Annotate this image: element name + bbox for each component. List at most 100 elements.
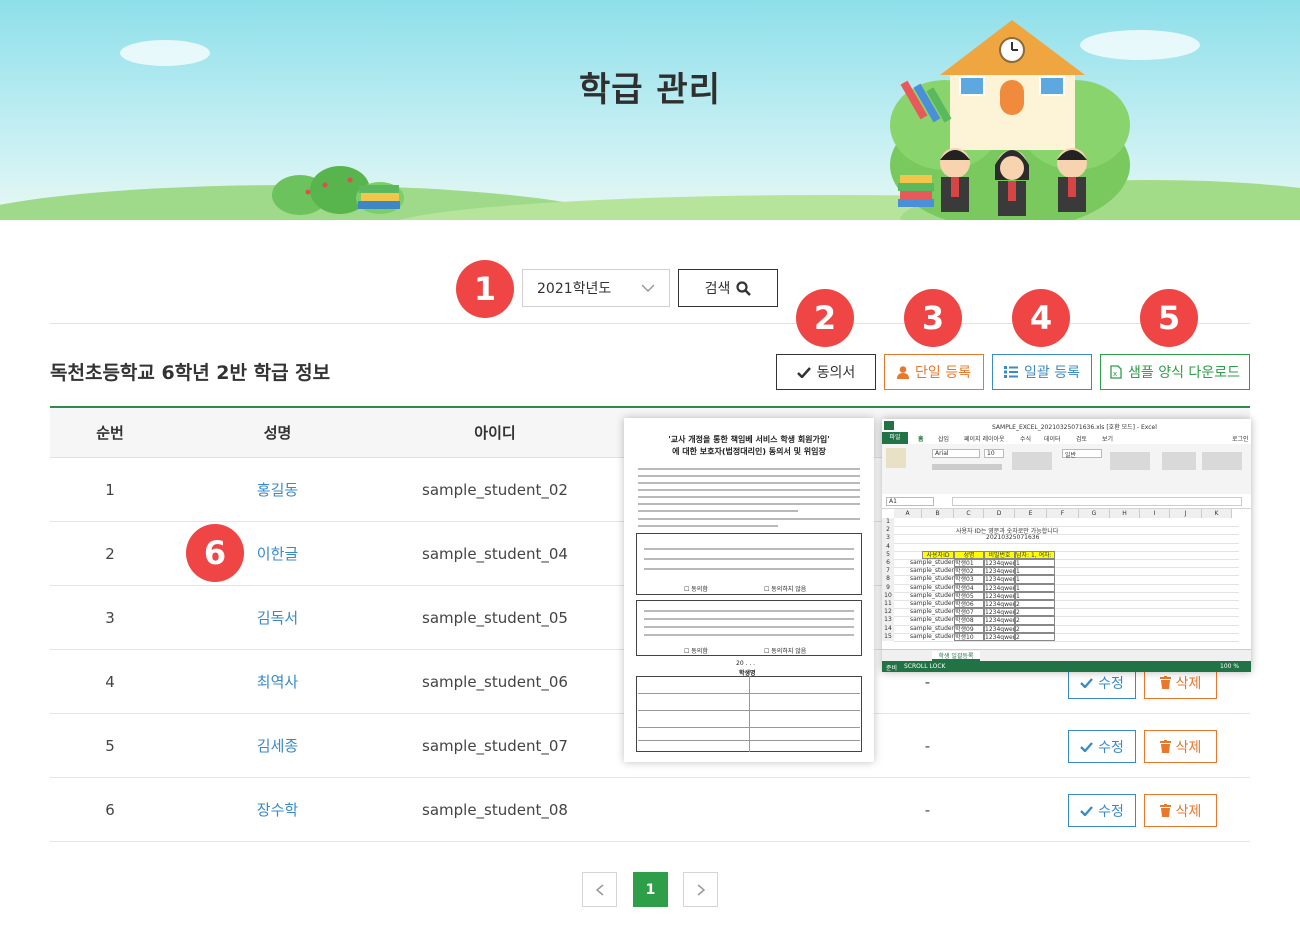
excel-col-header: I bbox=[1140, 509, 1170, 518]
student-name-link[interactable]: 최역사 bbox=[257, 673, 298, 691]
delete-button[interactable]: 삭제 bbox=[1144, 794, 1217, 827]
annotation-badge-1: 1 bbox=[456, 260, 514, 318]
excel-cell: sample_studen bbox=[910, 591, 954, 599]
student-name-link[interactable]: 이한글 bbox=[257, 545, 298, 563]
excel-row-number: 12 bbox=[882, 608, 894, 617]
excel-row-number: 7 bbox=[882, 567, 894, 576]
excel-col-header: K bbox=[1202, 509, 1232, 518]
bulk-register-button[interactable]: 일괄 등록 bbox=[992, 354, 1092, 390]
student-name-link[interactable]: 김독서 bbox=[257, 609, 298, 627]
delete-button[interactable]: 삭제 bbox=[1144, 730, 1217, 763]
excel-cell: 1 bbox=[1015, 567, 1055, 576]
divider bbox=[50, 323, 1250, 324]
consent-button[interactable]: 동의서 bbox=[776, 354, 876, 390]
delete-button-label: 삭제 bbox=[1175, 739, 1202, 756]
excel-cell: 2 bbox=[1015, 608, 1055, 617]
annotation-badge-2: 2 bbox=[796, 289, 854, 347]
excel-cell: 1234qwer!@ bbox=[984, 583, 1015, 592]
excel-cell: 1 bbox=[1015, 559, 1055, 568]
excel-row-number: 3 bbox=[882, 534, 894, 543]
bulk-register-label: 일괄 등록 bbox=[1024, 365, 1080, 381]
consent-agree-1: ☐ 동의함 bbox=[684, 586, 708, 593]
school-illustration bbox=[890, 20, 1130, 220]
trash-icon bbox=[1159, 804, 1171, 817]
excel-cell: 1 bbox=[1015, 575, 1055, 584]
excel-font-size: 10 bbox=[984, 449, 1004, 458]
excel-table-header: 비밀번호 bbox=[984, 550, 1015, 559]
col-header-no: 순번 bbox=[96, 424, 124, 442]
excel-cell: 2 bbox=[1015, 632, 1055, 641]
excel-row-number: 14 bbox=[882, 624, 894, 633]
row-number: 5 bbox=[105, 737, 115, 755]
excel-status-ready: 준비 bbox=[886, 665, 898, 672]
search-button[interactable]: 검색 bbox=[678, 269, 778, 307]
excel-row-number: 15 bbox=[882, 632, 894, 641]
row-number: 1 bbox=[105, 481, 115, 499]
annotation-badge-6: 6 bbox=[186, 524, 244, 582]
list-icon bbox=[1004, 366, 1018, 378]
excel-tab-view: 보기 bbox=[1102, 436, 1114, 443]
student-id: sample_student_05 bbox=[422, 609, 568, 627]
books-illustration bbox=[358, 185, 400, 209]
student-name-link[interactable]: 김세종 bbox=[257, 737, 298, 755]
pagination-page-1[interactable]: 1 bbox=[633, 872, 668, 907]
header-banner: 학급 관리 bbox=[0, 0, 1300, 220]
excel-cell: 학생07 bbox=[954, 608, 984, 617]
school-year-select[interactable]: 2021학년도 bbox=[522, 269, 670, 307]
annotation-badge-3: 3 bbox=[904, 289, 962, 347]
sample-download-button[interactable]: x 샘플 양식 다운로드 bbox=[1100, 354, 1250, 390]
student-id: sample_student_08 bbox=[422, 801, 568, 819]
excel-tab-layout: 페이지 레이아웃 bbox=[964, 436, 1005, 443]
excel-col-header: G bbox=[1079, 509, 1110, 518]
excel-row-number: 8 bbox=[882, 575, 894, 584]
excel-col-header: D bbox=[984, 509, 1015, 518]
excel-font-name: Arial bbox=[932, 449, 980, 458]
search-button-label: 검색 bbox=[704, 281, 731, 297]
check-icon bbox=[1080, 805, 1093, 816]
check-icon bbox=[796, 366, 811, 378]
edit-button-label: 수정 bbox=[1098, 675, 1124, 692]
delete-button-label: 삭제 bbox=[1175, 675, 1202, 692]
student-name-link[interactable]: 장수학 bbox=[257, 801, 298, 819]
col-header-name: 성명 bbox=[263, 424, 292, 442]
excel-window-title: SAMPLE_EXCEL_20210325071636.xls [호환 모드] … bbox=[992, 424, 1157, 431]
edit-button[interactable]: 수정 bbox=[1068, 794, 1136, 827]
excel-cell: sample_studen bbox=[910, 575, 954, 583]
student-name-cell: 김세종 bbox=[190, 714, 365, 778]
pagination-prev[interactable] bbox=[582, 872, 617, 907]
student-name-cell: 최역사 bbox=[190, 650, 365, 714]
user-icon bbox=[897, 365, 909, 379]
student-id: sample_student_06 bbox=[422, 673, 568, 691]
excel-sample-preview: SAMPLE_EXCEL_20210325071636.xls [호환 모드] … bbox=[882, 419, 1251, 672]
school-year-value: 2021학년도 bbox=[537, 281, 612, 297]
excel-row-number: 6 bbox=[882, 559, 894, 568]
edit-button[interactable]: 수정 bbox=[1068, 730, 1136, 763]
excel-cell: 1234qwer!@ bbox=[984, 575, 1015, 584]
student-name-cell: 홍길동 bbox=[190, 458, 365, 522]
student-name-link[interactable]: 홍길동 bbox=[257, 481, 298, 499]
excel-cell: 학생04 bbox=[954, 583, 984, 592]
trash-icon bbox=[1159, 676, 1171, 689]
annotation-badge-4: 4 bbox=[1012, 289, 1070, 347]
single-register-button[interactable]: 단일 등록 bbox=[884, 354, 984, 390]
row-extra-value: - bbox=[924, 801, 931, 819]
excel-cell: 1234qwer!@ bbox=[984, 616, 1015, 625]
excel-row-number: 11 bbox=[882, 600, 894, 609]
trash-icon bbox=[1159, 740, 1171, 753]
excel-cell: 2 bbox=[1015, 600, 1055, 609]
excel-col-header: H bbox=[1110, 509, 1140, 518]
excel-cell: 학생02 bbox=[954, 567, 984, 576]
search-icon bbox=[736, 280, 752, 296]
excel-tab-review: 검토 bbox=[1076, 436, 1088, 443]
excel-cell: 1234qwer!@ bbox=[984, 608, 1015, 617]
excel-sheet-tab: 학생 일괄등록 bbox=[932, 651, 980, 661]
student-id: sample_student_07 bbox=[422, 737, 568, 755]
excel-cell: 1234qwer!@ bbox=[984, 559, 1015, 568]
excel-cell: 1234qwer!@ bbox=[984, 624, 1015, 633]
pagination-next[interactable] bbox=[683, 872, 718, 907]
consent-disagree-2: ☐ 동의하지 않음 bbox=[764, 648, 807, 655]
row-number: 3 bbox=[105, 609, 115, 627]
excel-number-format: 일반 bbox=[1062, 449, 1102, 459]
annotation-badge-5: 5 bbox=[1140, 289, 1198, 347]
consent-button-label: 동의서 bbox=[816, 365, 856, 381]
